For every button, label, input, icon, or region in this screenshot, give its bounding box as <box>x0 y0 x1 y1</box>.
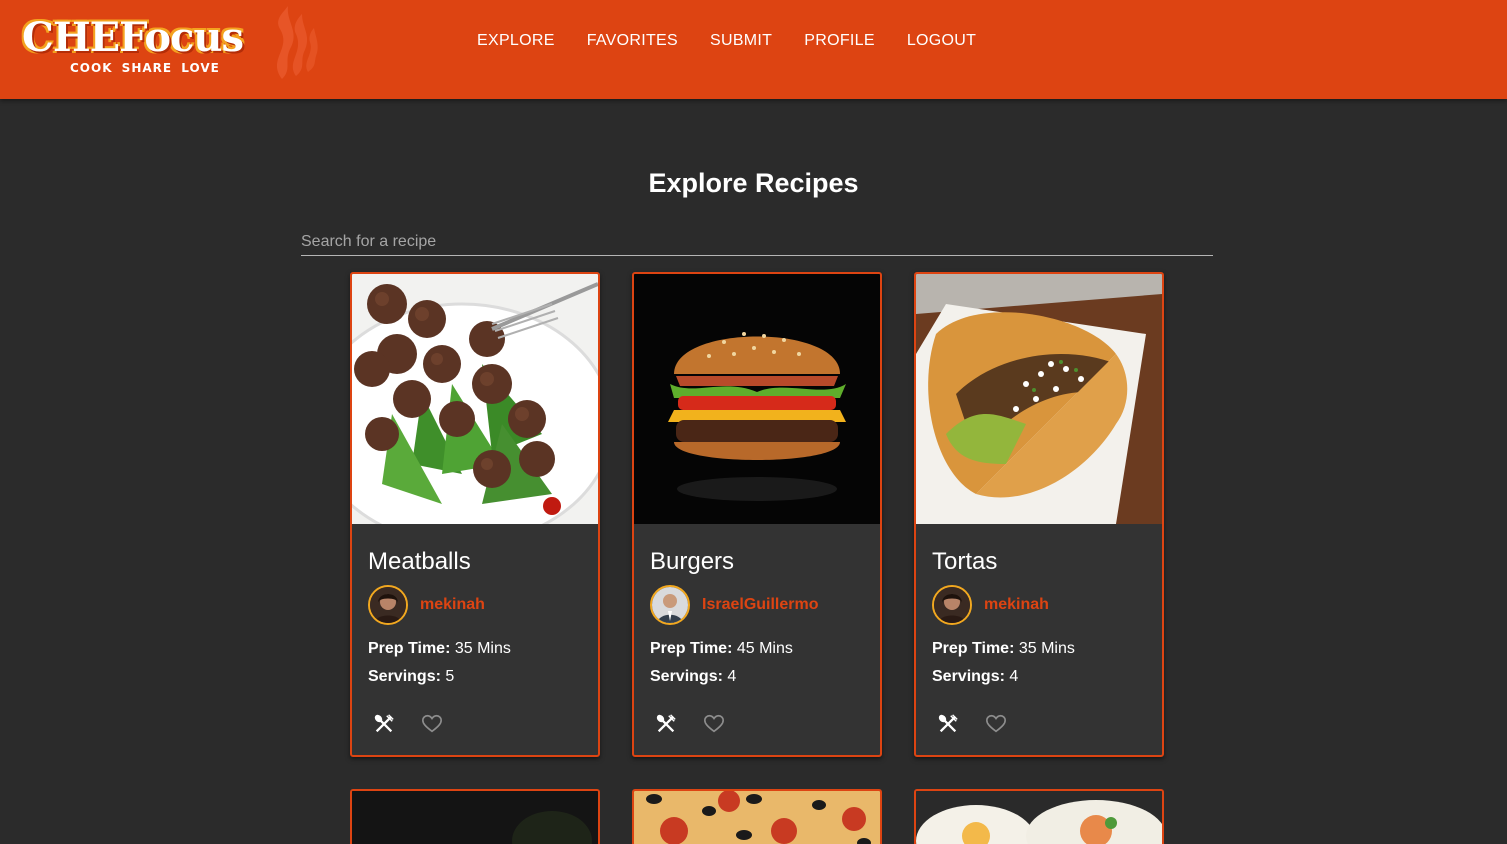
prep-time-label: Prep Time: <box>932 640 1015 657</box>
servings-value: 4 <box>727 668 737 685</box>
dark-photo <box>352 791 598 844</box>
prep-time-value: 35 Mins <box>1018 640 1075 657</box>
search-input[interactable] <box>301 228 1213 256</box>
recipe-card[interactable]: Tortas mekinah Prep Time: 35 Mins Servin… <box>914 272 1164 757</box>
card-actions <box>368 710 464 738</box>
servings-value: 4 <box>1009 668 1019 685</box>
avatar[interactable] <box>368 585 408 625</box>
servings: Servings: 4 <box>650 668 736 686</box>
torta-photo[interactable] <box>916 274 1162 524</box>
servings-label: Servings: <box>650 668 723 685</box>
chefocus-logo[interactable]: CHEFocus COOK SHARE LOVE <box>18 4 318 84</box>
prep-time-label: Prep Time: <box>650 640 733 657</box>
recipe-card[interactable]: Burgers IsraelGuillermo Prep Time: 45 Mi… <box>632 272 882 757</box>
servings-label: Servings: <box>368 668 441 685</box>
nav-favorites[interactable]: FAVORITES <box>571 30 694 52</box>
page-title: Explore Recipes <box>648 168 859 198</box>
servings: Servings: 4 <box>932 668 1018 686</box>
top-app-bar: CHEFocus COOK SHARE LOVE EXPLORE FAVORIT… <box>0 0 1507 99</box>
sushi-photo <box>916 791 1162 844</box>
recipe-author[interactable]: mekinah <box>368 585 485 625</box>
recipe-card[interactable]: Meatballs mekinah Prep Time: 35 Mins Ser… <box>350 272 600 757</box>
avatar[interactable] <box>650 585 690 625</box>
nav-explore[interactable]: EXPLORE <box>461 30 571 52</box>
avatar[interactable] <box>932 585 972 625</box>
prep-time: Prep Time: 45 Mins <box>650 640 793 658</box>
prep-time: Prep Time: 35 Mins <box>932 640 1075 658</box>
pizza-photo <box>634 791 880 844</box>
fork-spoon-icon[interactable] <box>932 710 964 738</box>
recipe-title[interactable]: Tortas <box>932 548 997 576</box>
recipe-author[interactable]: mekinah <box>932 585 1049 625</box>
card-actions <box>932 710 1028 738</box>
logo-tagline: COOK SHARE LOVE <box>70 61 220 75</box>
heart-outline-icon[interactable] <box>980 710 1012 738</box>
heart-outline-icon[interactable] <box>698 710 730 738</box>
recipe-card-partial[interactable] <box>632 789 882 844</box>
prep-time: Prep Time: 35 Mins <box>368 640 511 658</box>
logo-wordmark: CHEFocus <box>22 14 244 61</box>
author-name[interactable]: IsraelGuillermo <box>702 596 819 614</box>
author-name[interactable]: mekinah <box>420 596 485 614</box>
prep-time-value: 45 Mins <box>736 640 793 657</box>
main-nav: EXPLORE FAVORITES SUBMIT PROFILE LOGOUT <box>461 30 992 52</box>
prep-time-value: 35 Mins <box>454 640 511 657</box>
recipe-author[interactable]: IsraelGuillermo <box>650 585 819 625</box>
fork-spoon-icon[interactable] <box>650 710 682 738</box>
servings: Servings: 5 <box>368 668 454 686</box>
nav-profile[interactable]: PROFILE <box>788 30 891 52</box>
card-actions <box>650 710 746 738</box>
recipe-card-partial[interactable] <box>914 789 1164 844</box>
meatballs-photo[interactable] <box>352 274 598 524</box>
author-name[interactable]: mekinah <box>984 596 1049 614</box>
prep-time-label: Prep Time: <box>368 640 451 657</box>
servings-label: Servings: <box>932 668 1005 685</box>
recipe-title[interactable]: Meatballs <box>368 548 471 576</box>
recipe-title[interactable]: Burgers <box>650 548 734 576</box>
nav-logout[interactable]: LOGOUT <box>891 30 992 52</box>
nav-submit[interactable]: SUBMIT <box>694 30 788 52</box>
servings-value: 5 <box>445 668 455 685</box>
recipe-card-partial[interactable] <box>350 789 600 844</box>
burger-photo[interactable] <box>634 274 880 524</box>
heart-outline-icon[interactable] <box>416 710 448 738</box>
fork-spoon-icon[interactable] <box>368 710 400 738</box>
flame-icon <box>277 6 318 79</box>
